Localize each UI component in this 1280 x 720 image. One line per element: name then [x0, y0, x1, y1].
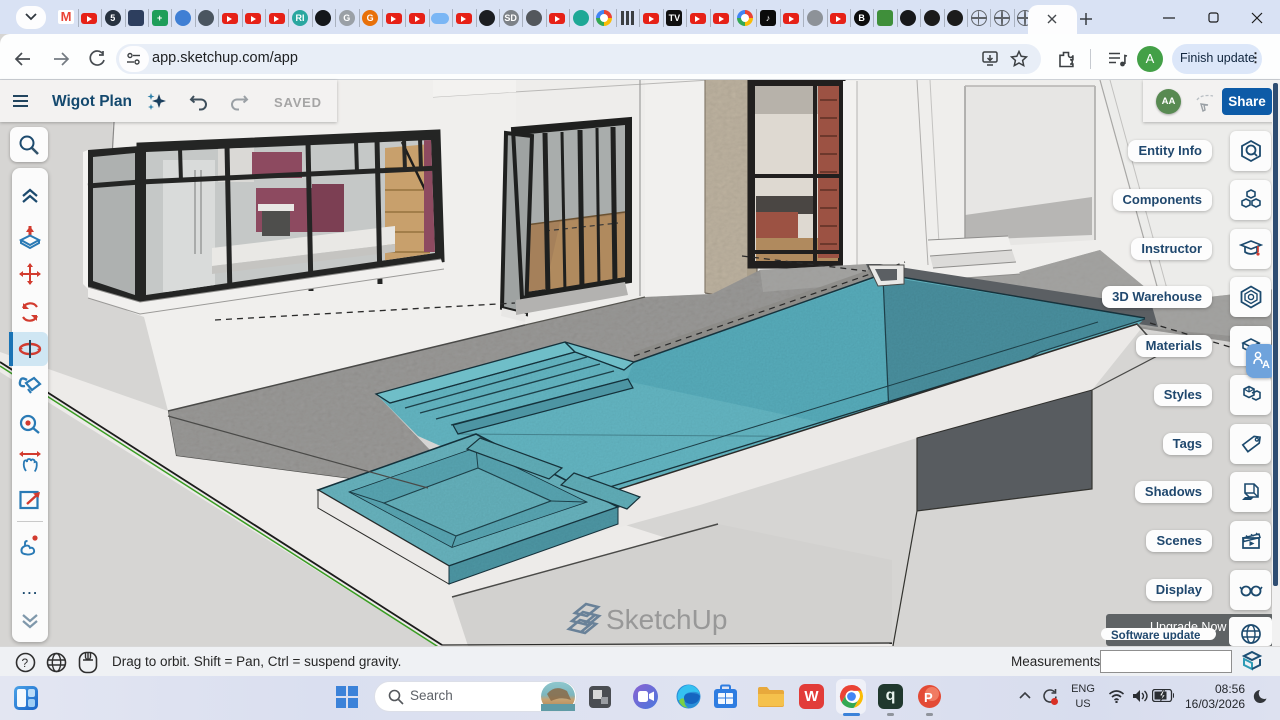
svg-text:?: ?: [22, 656, 29, 670]
svg-text:SketchUp: SketchUp: [606, 604, 727, 635]
svg-text:P: P: [924, 690, 933, 705]
svg-text:A: A: [1262, 359, 1270, 371]
